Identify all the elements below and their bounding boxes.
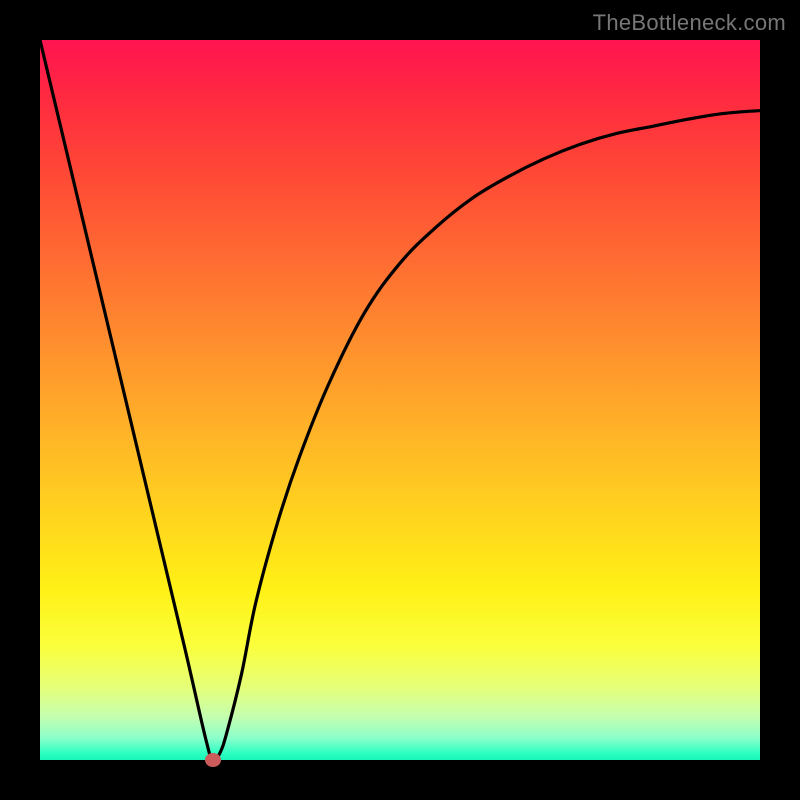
chart-frame: TheBottleneck.com (0, 0, 800, 800)
attribution-text: TheBottleneck.com (593, 10, 786, 36)
bottleneck-curve (40, 40, 760, 760)
plot-area (40, 40, 760, 760)
highlight-marker (205, 753, 221, 767)
curve-svg (40, 40, 760, 760)
